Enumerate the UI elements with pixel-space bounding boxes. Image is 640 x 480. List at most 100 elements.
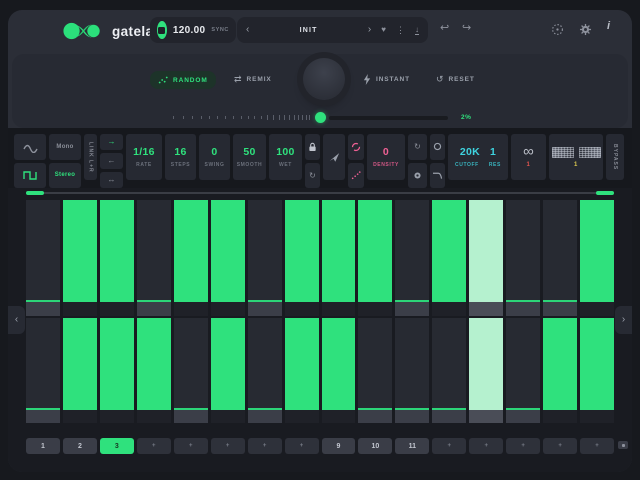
step-cell[interactable] <box>211 318 245 423</box>
pattern-slot-add[interactable]: + <box>506 438 540 454</box>
swing-cell[interactable]: 0 SWING <box>199 134 230 180</box>
step-cell[interactable] <box>100 200 134 316</box>
noise-cell[interactable]: 1 <box>549 134 603 180</box>
redo-button[interactable]: ↪ <box>462 23 471 34</box>
favorite-icon[interactable]: ♥ <box>381 26 386 34</box>
instant-button[interactable]: INSTANT <box>363 74 410 85</box>
pattern-slot-add[interactable]: + <box>137 438 171 454</box>
pattern-slot-add[interactable]: + <box>285 438 319 454</box>
pattern-slot-add[interactable]: + <box>174 438 208 454</box>
step-cell[interactable] <box>137 318 171 423</box>
stop-button[interactable] <box>157 21 167 39</box>
reset-button[interactable]: ↺ RESET <box>436 74 475 85</box>
step-cell[interactable] <box>174 318 208 423</box>
density-scatter-button[interactable] <box>348 163 364 189</box>
step-cell[interactable] <box>63 318 97 423</box>
filter-cell[interactable]: 20K 1 CUTOFF RES <box>448 134 508 180</box>
step-cell[interactable] <box>469 200 503 316</box>
step-cell[interactable] <box>248 318 282 423</box>
step-cell[interactable] <box>395 200 429 316</box>
pattern-slot-add[interactable]: + <box>432 438 466 454</box>
step-cell[interactable] <box>100 318 134 423</box>
step-cell[interactable] <box>432 200 466 316</box>
step-cell[interactable] <box>469 318 503 423</box>
randomize-throw-button[interactable] <box>323 134 345 180</box>
wave-square-button[interactable] <box>14 163 46 189</box>
step-cell[interactable] <box>543 318 577 423</box>
next-preset-button[interactable]: › <box>368 25 371 35</box>
pattern-slot-1[interactable]: 1 <box>26 438 60 454</box>
pattern-slot-add[interactable]: + <box>469 438 503 454</box>
step-cell[interactable] <box>26 318 60 423</box>
fx-settings-button[interactable] <box>408 163 427 189</box>
step-cell[interactable] <box>174 200 208 316</box>
preset-name[interactable]: INIT <box>259 27 358 34</box>
stereo-button[interactable]: Stereo <box>49 163 81 189</box>
bpm-value[interactable]: 120.00 <box>173 25 205 36</box>
random-button[interactable]: RANDOM <box>150 71 216 89</box>
density-ring-button[interactable] <box>348 134 364 160</box>
step-cell[interactable] <box>580 318 614 423</box>
wet-cell[interactable]: 100 WET <box>269 134 302 180</box>
seq-page-left-button[interactable]: ‹ <box>8 306 25 334</box>
step-cell[interactable] <box>26 200 60 316</box>
bypass-button[interactable]: BYPASS <box>606 134 624 180</box>
step-cell[interactable] <box>580 200 614 316</box>
step-cell[interactable] <box>395 318 429 423</box>
seq-range-track[interactable] <box>26 192 614 194</box>
seq-range-handle-right[interactable] <box>596 191 614 195</box>
step-cell[interactable] <box>322 318 356 423</box>
pattern-slot-11[interactable]: 11 <box>395 438 429 454</box>
pattern-slot-9[interactable]: 9 <box>322 438 356 454</box>
slider-handle[interactable] <box>315 112 326 123</box>
direction-backward-button[interactable]: ← <box>100 153 123 169</box>
main-knob[interactable] <box>303 58 345 100</box>
rate-cell[interactable]: 1/16 RATE <box>126 134 162 180</box>
pattern-slot-2[interactable]: 2 <box>63 438 97 454</box>
filter-ring-button[interactable] <box>430 134 445 160</box>
mono-button[interactable]: Mono <box>49 134 81 160</box>
step-cell[interactable] <box>285 200 319 316</box>
info-icon[interactable]: i <box>607 21 610 32</box>
remix-button[interactable]: ⇄ REMIX <box>234 74 272 85</box>
preset-menu-icon[interactable]: ⋮ <box>396 26 405 35</box>
steps-cell[interactable]: 16 STEPS <box>165 134 196 180</box>
step-cell[interactable] <box>63 200 97 316</box>
seq-page-right-button[interactable]: › <box>615 306 632 334</box>
direction-forward-button[interactable]: → <box>100 134 123 150</box>
pattern-slot-3[interactable]: 3 <box>100 438 134 454</box>
step-cell[interactable] <box>248 200 282 316</box>
pattern-slot-add[interactable]: + <box>211 438 245 454</box>
undo-button[interactable]: ↩ <box>440 23 449 34</box>
direction-pingpong-button[interactable]: ↔ <box>100 172 123 188</box>
step-cell[interactable] <box>358 200 392 316</box>
step-cell[interactable] <box>285 318 319 423</box>
pattern-edit-icon[interactable] <box>618 441 628 449</box>
slider-track[interactable] <box>329 116 448 120</box>
density-cell[interactable]: 0 DENSITY <box>367 134 405 180</box>
step-cell[interactable] <box>358 318 392 423</box>
pattern-slot-10[interactable]: 10 <box>358 438 392 454</box>
sync-toggle[interactable]: SYNC <box>211 27 229 33</box>
pattern-slot-add[interactable]: + <box>248 438 282 454</box>
save-preset-icon[interactable]: ↓ <box>415 26 419 35</box>
pattern-slot-add[interactable]: + <box>543 438 577 454</box>
link-lr-toggle[interactable]: LINK L+R <box>84 134 97 180</box>
seq-range-handle-left[interactable] <box>26 191 44 195</box>
filter-type-button[interactable] <box>430 163 445 189</box>
fx-cycle-button[interactable]: ↻ <box>408 134 427 160</box>
step-cell[interactable] <box>506 200 540 316</box>
envelope-cell[interactable]: ∞ 1 <box>511 134 546 180</box>
cycle-lock-button[interactable]: ↻ <box>305 163 320 189</box>
meter-icon[interactable] <box>551 23 564 36</box>
gear-icon[interactable] <box>579 23 592 36</box>
smooth-cell[interactable]: 50 SMOOTH <box>233 134 266 180</box>
step-cell[interactable] <box>432 318 466 423</box>
lock-button[interactable] <box>305 134 320 160</box>
wave-smooth-button[interactable] <box>14 134 46 160</box>
step-cell[interactable] <box>211 200 245 316</box>
step-cell[interactable] <box>543 200 577 316</box>
pattern-slot-add[interactable]: + <box>580 438 614 454</box>
step-cell[interactable] <box>322 200 356 316</box>
prev-preset-button[interactable]: ‹ <box>246 25 249 35</box>
